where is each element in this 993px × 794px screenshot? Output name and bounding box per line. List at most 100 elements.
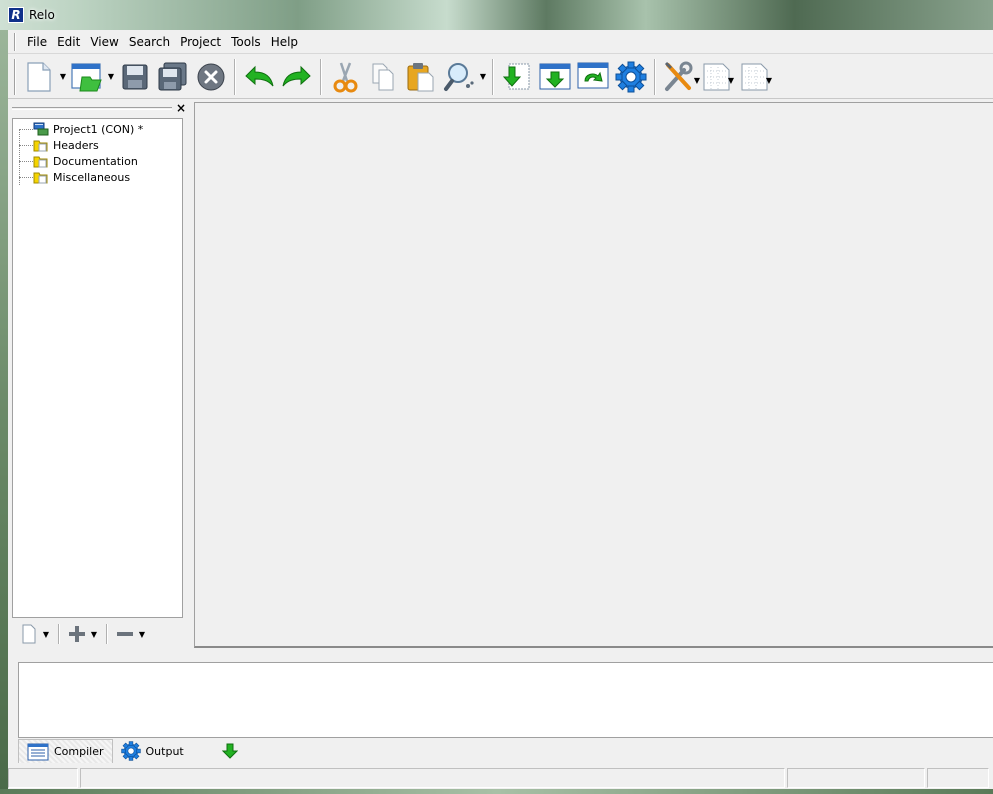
main-toolbar: ▼ ▼ ▼ ▼ ▼ ▼ [8, 55, 993, 99]
status-cell-1 [8, 768, 78, 788]
import-down-icon [502, 63, 530, 89]
down-arrow-icon [221, 743, 238, 759]
tab-compiler[interactable]: Compiler [18, 739, 113, 763]
project-panel: × Project1 (CON) * Headers Documentation… [8, 101, 188, 653]
refresh-button[interactable] [574, 58, 612, 96]
menu-grip[interactable] [14, 32, 16, 51]
status-bar [8, 767, 993, 789]
open-folder-icon [71, 62, 102, 91]
undo-button[interactable] [240, 58, 278, 96]
magnifier-icon [444, 62, 474, 91]
new-file-icon [27, 61, 51, 92]
remove-dropdown[interactable]: ▼ [136, 630, 148, 639]
copy-icon [372, 63, 394, 90]
folder-icon [33, 170, 49, 184]
output-text-area[interactable] [18, 662, 993, 738]
tab-download[interactable] [192, 739, 251, 763]
project-panel-header[interactable]: × [8, 101, 188, 115]
paste-button[interactable] [402, 58, 440, 96]
panel-toolbar-separator [58, 624, 60, 644]
tree-item-label: Project1 (CON) * [53, 122, 144, 136]
folder-icon [33, 138, 49, 152]
find-dropdown[interactable]: ▼ [478, 58, 488, 96]
menu-project[interactable]: Project [175, 33, 226, 51]
window-title: Relo [29, 8, 55, 22]
options-b-button[interactable]: ▼ [736, 58, 774, 96]
menu-view[interactable]: View [85, 33, 123, 51]
scissors-icon [333, 62, 358, 92]
import-button[interactable] [498, 58, 536, 96]
window-download-icon [539, 63, 571, 89]
cut-button[interactable] [326, 58, 364, 96]
open-file-button[interactable] [68, 58, 106, 96]
tree-item-headers[interactable]: Headers [13, 137, 182, 153]
project-panel-toolbar: ▼ ▼ ▼ [12, 621, 183, 647]
tree-item-label: Documentation [53, 154, 138, 168]
folder-icon [33, 154, 49, 168]
editor-area[interactable] [194, 102, 993, 648]
window-left-frame [0, 30, 8, 794]
compile-button[interactable] [612, 58, 650, 96]
tree-item-miscellaneous[interactable]: Miscellaneous [13, 169, 182, 185]
tree-item-documentation[interactable]: Documentation [13, 153, 182, 169]
project-tree: Project1 (CON) * Headers Documentation M… [12, 118, 183, 618]
menu-help[interactable]: Help [266, 33, 303, 51]
menu-tools[interactable]: Tools [226, 33, 266, 51]
toolbar-separator [654, 58, 656, 95]
status-cell-4 [927, 768, 989, 788]
menu-search[interactable]: Search [124, 33, 175, 51]
new-file-dropdown[interactable]: ▼ [58, 58, 68, 96]
close-button[interactable] [192, 58, 230, 96]
add-dropdown[interactable]: ▼ [88, 630, 100, 639]
toolbar-separator [492, 58, 494, 95]
minus-icon [117, 632, 133, 636]
save-all-icon [158, 62, 187, 90]
new-file-icon [22, 624, 36, 644]
wrench-screwdriver-icon [664, 61, 693, 91]
tab-label: Compiler [54, 745, 104, 758]
new-file-button[interactable] [20, 58, 58, 96]
toolbar-separator [320, 58, 322, 95]
redo-button[interactable] [278, 58, 316, 96]
remove-button[interactable] [114, 623, 136, 645]
app-logo-icon: R [8, 7, 24, 23]
gear-icon [615, 61, 647, 92]
find-button[interactable] [440, 58, 478, 96]
undo-arrow-icon [245, 65, 274, 86]
status-cell-3 [787, 768, 925, 788]
add-button[interactable] [66, 623, 88, 645]
paste-clipboard-icon [407, 62, 434, 91]
tree-item-project[interactable]: Project1 (CON) * [13, 121, 182, 137]
tree-item-label: Headers [53, 138, 99, 152]
new-item-dropdown[interactable]: ▼ [40, 630, 52, 639]
redo-arrow-icon [282, 65, 311, 86]
save-disk-icon [122, 64, 148, 89]
new-item-button[interactable] [18, 623, 40, 645]
window-refresh-icon [577, 62, 609, 88]
close-icon[interactable]: × [176, 101, 186, 115]
panel-toolbar-separator [106, 624, 108, 644]
list-icon [27, 743, 49, 761]
export-button[interactable] [536, 58, 574, 96]
status-cell-2 [80, 768, 785, 788]
output-tab-bar: Compiler Output [18, 738, 993, 764]
tab-label: Output [145, 744, 184, 758]
save-button[interactable] [116, 58, 154, 96]
horizontal-splitter[interactable] [8, 654, 993, 660]
menu-file[interactable]: File [22, 33, 52, 51]
window-bottom-frame [0, 789, 993, 794]
tree-item-label: Miscellaneous [53, 170, 131, 184]
title-bar[interactable]: R Relo [0, 0, 993, 30]
toolbar-grip[interactable] [14, 58, 16, 95]
tools-button[interactable]: ▼ [660, 58, 700, 96]
plus-icon [69, 626, 85, 642]
menu-bar: File Edit View Search Project Tools Help [8, 30, 993, 54]
project-icon [33, 122, 49, 136]
menu-edit[interactable]: Edit [52, 33, 85, 51]
tab-output[interactable]: Output [113, 739, 192, 763]
save-all-button[interactable] [154, 58, 192, 96]
app-window: R Relo File Edit View Search Project Too… [0, 0, 993, 794]
options-a-button[interactable]: ▼ [698, 58, 736, 96]
copy-button[interactable] [364, 58, 402, 96]
open-file-dropdown[interactable]: ▼ [106, 58, 116, 96]
